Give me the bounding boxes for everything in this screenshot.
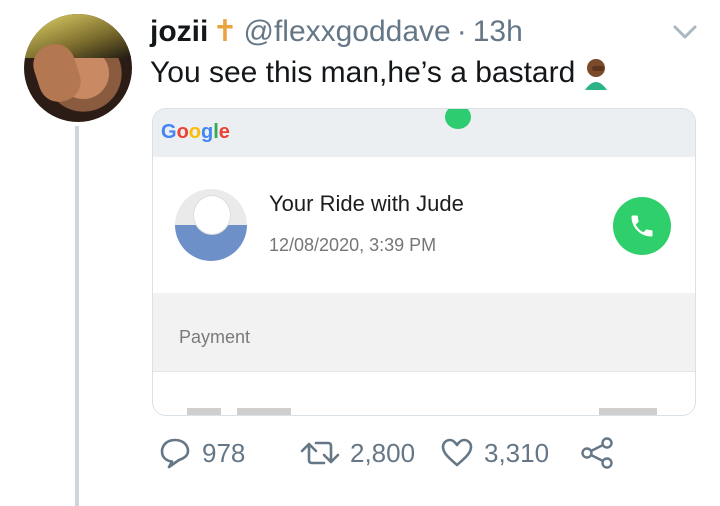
reply-button[interactable]: 978 xyxy=(158,436,245,470)
chevron-down-icon[interactable] xyxy=(672,22,698,42)
tweet-time[interactable]: 13h xyxy=(473,15,523,49)
embedded-card[interactable]: Google Your Ride with Jude 12/08/2020, 3… xyxy=(152,108,696,416)
user-avatar[interactable] xyxy=(24,14,132,122)
heart-icon xyxy=(441,438,473,467)
payment-label: Payment xyxy=(179,327,251,347)
driver-head xyxy=(193,195,231,235)
retweet-icon xyxy=(300,441,340,465)
map-strip: Google xyxy=(153,109,695,157)
tweet-text-content: You see this man,he’s a bastard xyxy=(150,56,576,89)
reply-count: 978 xyxy=(202,437,246,468)
thread-line xyxy=(75,126,79,506)
google-logo: Google xyxy=(161,121,230,143)
cutoff-icon xyxy=(187,408,221,415)
share-button[interactable] xyxy=(580,436,624,470)
cutoff-text xyxy=(237,408,291,415)
payment-row-cutoff xyxy=(153,371,695,415)
phone-icon xyxy=(631,215,653,237)
display-name[interactable]: jozii xyxy=(150,15,208,49)
ride-title: Your Ride with Jude xyxy=(269,191,464,216)
cross-emoji: ✝ xyxy=(212,15,238,48)
ride-time: 12/08/2020, 3:39 PM xyxy=(269,235,437,255)
tweet-text: You see this man,he’s a bastard xyxy=(150,56,613,90)
like-count: 3,310 xyxy=(484,437,550,468)
retweet-count: 2,800 xyxy=(350,437,416,468)
facepalm-emoji-icon xyxy=(585,59,608,90)
user-handle[interactable]: @flexxgoddave xyxy=(243,15,450,49)
driver-avatar xyxy=(175,189,247,261)
share-icon xyxy=(581,437,613,469)
separator-dot: · xyxy=(456,14,467,48)
call-button[interactable] xyxy=(613,197,671,255)
retweet-button[interactable]: 2,800 xyxy=(300,436,415,470)
reply-icon xyxy=(160,438,190,469)
tweet-actions: 978 2,800 3,310 xyxy=(158,436,628,476)
like-button[interactable]: 3,310 xyxy=(440,436,549,470)
cutoff-amount xyxy=(599,408,657,415)
payment-section: Payment xyxy=(153,293,695,371)
map-pin-icon xyxy=(445,109,471,129)
tweet-header: jozii ✝ @flexxgoddave · 13h xyxy=(150,14,523,49)
